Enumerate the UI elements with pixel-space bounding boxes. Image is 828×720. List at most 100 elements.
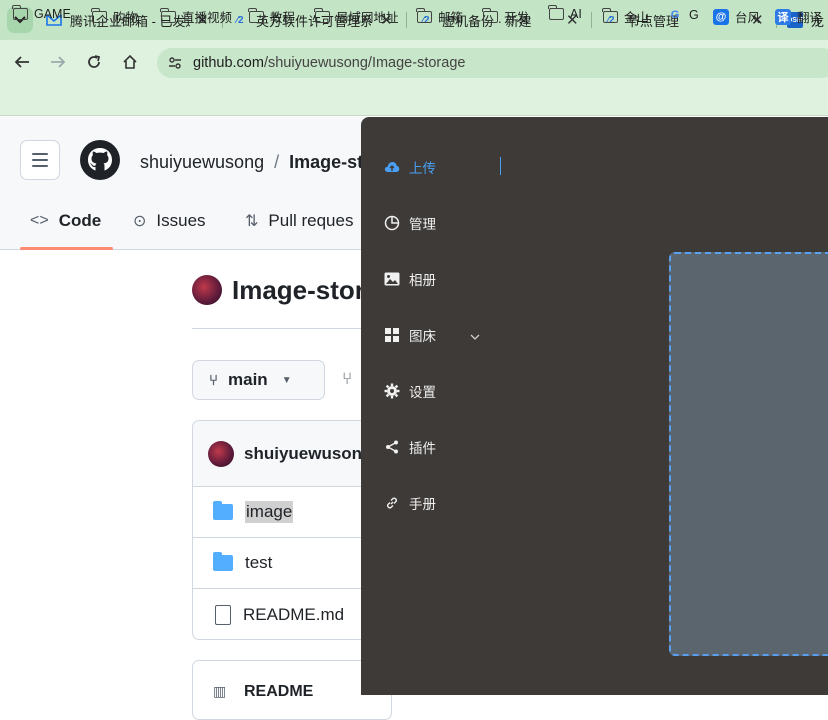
folder-icon	[248, 7, 264, 23]
menu-manual[interactable]: 手册	[384, 493, 436, 513]
menu-label: 设置	[409, 385, 436, 400]
url-path: /shuiyuewusong/Image-storage	[263, 55, 466, 71]
bookmark-label: 邮箱	[438, 11, 464, 25]
commit-author[interactable]: shuiyuewuson	[244, 444, 362, 464]
tab-label: Issues	[156, 211, 206, 230]
folder-icon	[213, 501, 233, 520]
folder-icon	[548, 5, 564, 20]
grid-icon	[384, 327, 400, 343]
bookmark-label: 金山	[624, 11, 650, 25]
divider	[192, 328, 372, 329]
branch-name: main	[228, 370, 268, 389]
bookmark-label: 台风	[735, 11, 761, 25]
reload-button[interactable]	[84, 52, 104, 72]
gear-icon	[384, 383, 400, 399]
folder-icon	[213, 552, 233, 571]
tab-pull-requests[interactable]: ⇅ Pull reques	[245, 211, 353, 231]
arrow-left-icon	[14, 56, 29, 68]
tab-code[interactable]: <> Code	[30, 211, 101, 231]
upload-dropzone[interactable]	[669, 252, 828, 656]
bookmark-kingsoft[interactable]: 金山	[602, 7, 650, 26]
file-name[interactable]: image	[245, 501, 294, 523]
tab-issues[interactable]: ⊙ Issues	[133, 211, 206, 231]
bookmark-typhoon[interactable]: @ 台风	[713, 7, 760, 26]
folder-icon	[91, 7, 107, 23]
bookmark-label: 教程	[270, 11, 296, 25]
reload-icon	[88, 55, 101, 68]
bookmark-google[interactable]: GG	[667, 7, 699, 23]
menu-label: 图床	[409, 329, 436, 344]
bookmark-game[interactable]: GAME	[12, 5, 71, 21]
avatar[interactable]	[192, 275, 222, 305]
picture-icon	[384, 271, 400, 287]
bookmark-label: GAME	[34, 7, 71, 21]
file-name[interactable]: README.md	[243, 605, 344, 625]
bookmark-label: 购物	[113, 11, 139, 25]
active-tab-indicator	[20, 247, 113, 250]
repo-link[interactable]: Image-st	[289, 152, 363, 172]
bookmark-dev[interactable]: 开发	[482, 7, 529, 26]
tab-label: Code	[58, 211, 102, 230]
arrow-right-icon	[51, 56, 66, 68]
tab-divider	[591, 12, 592, 28]
menu-label: 相册	[409, 273, 436, 288]
bookmark-lan[interactable]: 局域网地址	[314, 7, 399, 26]
i2-icon: ⁄2	[236, 14, 244, 26]
menu-button[interactable]	[20, 140, 60, 180]
tab-label: Pull reques	[268, 211, 354, 230]
typhoon-icon: @	[713, 8, 729, 25]
menu-label: 手册	[409, 497, 436, 512]
book-icon: ▥	[213, 683, 227, 699]
breadcrumb: shuiyuewusong / Image-st	[140, 152, 364, 172]
translate-icon: 译	[775, 8, 791, 25]
menu-label: 上传	[409, 161, 436, 176]
address-bar[interactable]: github.com/shuiyuewusong/Image-storage	[157, 48, 828, 78]
github-logo-icon[interactable]	[80, 140, 120, 180]
code-icon: <>	[30, 212, 49, 229]
issue-icon: ⊙	[133, 213, 147, 230]
branch-selector[interactable]: ⑂ main ▼	[192, 360, 325, 400]
branch-icon: ⑂	[209, 371, 219, 389]
caret-down-icon: ▼	[281, 374, 292, 386]
site-info-icon[interactable]	[165, 53, 185, 73]
forward-button[interactable]	[48, 52, 68, 72]
bookmark-tutorial[interactable]: 教程	[248, 7, 296, 26]
bookmark-live-video[interactable]: 直播视频	[160, 7, 233, 26]
bookmark-shopping[interactable]: 购物	[91, 7, 139, 26]
menu-label: 插件	[409, 441, 436, 456]
folder-icon	[12, 5, 28, 20]
menu-manage[interactable]: 管理	[384, 213, 436, 233]
bookmark-label: G	[689, 8, 699, 22]
bookmark-translate[interactable]: 译翻译	[775, 7, 822, 26]
file-icon	[215, 604, 231, 625]
link-icon	[384, 495, 400, 511]
menu-album[interactable]: 相册	[384, 269, 436, 289]
bookmark-label: 直播视频	[182, 11, 233, 25]
home-button[interactable]	[120, 52, 140, 72]
home-icon	[123, 54, 137, 69]
back-button[interactable]	[12, 52, 32, 72]
bookmark-ai[interactable]: AI	[548, 5, 582, 21]
cloud-upload-icon	[384, 159, 400, 175]
menu-settings[interactable]: 设置	[384, 381, 436, 401]
readme-title: README	[244, 683, 314, 700]
menu-plugins[interactable]: 插件	[384, 437, 436, 457]
menu-upload[interactable]: 上传	[384, 157, 436, 177]
bookmark-label: AI	[570, 7, 582, 21]
active-indicator	[500, 157, 501, 175]
folder-icon	[314, 7, 330, 23]
file-name[interactable]: test	[245, 553, 272, 573]
branches-icon[interactable]: ⑂	[342, 369, 352, 389]
pie-chart-icon	[384, 215, 400, 231]
chevron-down-icon[interactable]	[470, 328, 480, 343]
hamburger-icon	[32, 153, 48, 155]
avatar[interactable]	[208, 441, 234, 467]
url-host: github.com	[193, 55, 264, 71]
bookmark-label: 翻译	[797, 11, 823, 25]
owner-link[interactable]: shuiyuewusong	[140, 152, 264, 172]
url-text: github.com/shuiyuewusong/Image-storage	[193, 55, 465, 71]
menu-image-host[interactable]: 图床	[384, 325, 480, 345]
tab-divider	[406, 12, 407, 28]
repo-title: Image-stora	[232, 275, 380, 305]
bookmark-mail[interactable]: 邮箱	[416, 7, 464, 26]
